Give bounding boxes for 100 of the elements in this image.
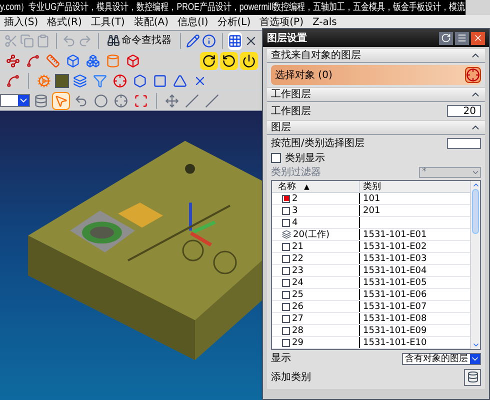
color-swatch[interactable] (55, 74, 69, 88)
layer-name: 24 (292, 278, 304, 288)
menu-item[interactable]: 信息(I) (178, 16, 208, 30)
section-title: 工作图层 (271, 88, 311, 100)
command-finder-button[interactable]: 命令查找器 (104, 32, 174, 50)
table-cell: 1531-101-E03 (363, 254, 427, 264)
move-icon[interactable] (163, 92, 181, 110)
cube-icon[interactable] (124, 52, 142, 70)
checkbox[interactable] (282, 194, 290, 202)
stack-icon[interactable] (32, 92, 50, 110)
table-cell: 1531-101-E02 (363, 242, 427, 252)
display-dropdown[interactable]: 含有对象的图层 (402, 352, 481, 364)
layer-name: 21 (292, 242, 304, 252)
database-icon (466, 371, 478, 383)
menu-item[interactable]: 插入(S) (4, 16, 38, 30)
table-cell: 1531-101-E05 (363, 278, 427, 288)
table-cell: 201 (363, 206, 380, 216)
field-label: 工作图层 (271, 104, 311, 118)
reset-button[interactable] (439, 32, 453, 44)
layer-name: 22 (292, 254, 304, 264)
checkbox[interactable] (282, 266, 290, 274)
field-label: 显示 (271, 352, 291, 366)
dialog-title: 图层设置 (267, 32, 307, 46)
range-field[interactable] (447, 138, 481, 149)
rotate-icon[interactable] (200, 52, 218, 70)
layer-name: 27 (292, 314, 304, 324)
checkbox[interactable] (282, 218, 290, 226)
menu-item[interactable]: 装配(A) (134, 16, 168, 30)
menu-item[interactable]: 工具(T) (90, 16, 125, 30)
checkbox-label: 类别显示 (285, 152, 325, 166)
grid-icon[interactable] (228, 32, 242, 50)
section-header[interactable]: 工作图层 (267, 88, 485, 102)
checkbox[interactable] (282, 278, 290, 286)
section-title: 图层 (271, 122, 291, 134)
layer-stack-icon (282, 230, 291, 239)
table-cell: 1531-101-E09 (363, 326, 427, 336)
layer-name: 28 (292, 326, 304, 336)
pointer-icon[interactable] (52, 92, 70, 110)
layer-name: 29 (292, 338, 304, 348)
table-cell: 101 (363, 194, 380, 204)
circle-icon[interactable] (92, 92, 110, 110)
scrollbar-thumb[interactable] (472, 189, 479, 234)
checkbox[interactable] (282, 206, 290, 214)
select-object-bar[interactable]: 选择对象 (0) (271, 65, 481, 85)
table-cell: 1531-101-E01 (363, 230, 427, 240)
menu-item[interactable]: 首选项(P) (260, 16, 304, 30)
dropdown-arrow-icon (470, 354, 480, 364)
section-header[interactable]: 图层 (267, 121, 485, 135)
layer-name: 25 (292, 290, 304, 300)
table-cell: 1531-101-E07 (363, 302, 427, 312)
checkbox[interactable] (282, 290, 290, 298)
cube-icon[interactable] (64, 52, 82, 70)
section-header[interactable]: 查找来自对象的图层 (267, 49, 485, 63)
menu-item[interactable]: 分析(L) (217, 16, 251, 30)
add-category-button[interactable] (464, 368, 481, 386)
line-icon[interactable] (183, 92, 201, 110)
info-icon[interactable] (202, 32, 216, 50)
table-cell: 1531-101-E08 (363, 314, 427, 324)
field-label: 按范围/类别选择图层 (271, 136, 364, 151)
field-label: 类别过滤器 (271, 166, 321, 180)
layer-name: 23 (292, 266, 304, 276)
layer-name: 3 (292, 206, 298, 216)
crosshair-icon[interactable] (111, 72, 129, 90)
checkbox[interactable] (282, 302, 290, 310)
work-layer-field[interactable]: 20 (447, 105, 481, 117)
menu-icon (457, 33, 467, 43)
section-title: 查找来自对象的图层 (271, 50, 361, 62)
checkbox[interactable] (271, 153, 281, 163)
table-cell: 1531-101-E06 (363, 290, 427, 300)
checkbox[interactable] (282, 254, 290, 262)
rotate-icon[interactable] (220, 52, 238, 70)
scroll-up-icon (472, 181, 480, 189)
ruler-icon[interactable] (44, 52, 62, 70)
filter-dropdown[interactable] (0, 94, 30, 107)
menu-item[interactable]: 格式(R) (47, 16, 82, 30)
scrollbar[interactable] (470, 181, 480, 349)
checkbox[interactable] (282, 314, 290, 322)
menu-item[interactable]: Z-als (312, 16, 337, 30)
close-button[interactable] (471, 32, 485, 44)
checkbox[interactable] (282, 338, 290, 346)
layer-name: 2 (292, 194, 298, 204)
hexagon-icon[interactable] (131, 72, 149, 90)
reset-icon (441, 33, 451, 43)
binoculars-icon (106, 34, 120, 47)
table-cell: 1531-101-E04 (363, 266, 427, 276)
checkbox[interactable] (282, 326, 290, 334)
checkbox[interactable] (282, 242, 290, 250)
menu-button[interactable] (455, 32, 469, 44)
field-label: 添加类别 (271, 370, 311, 384)
line-icon[interactable] (203, 92, 221, 110)
layers-icon[interactable] (71, 72, 89, 90)
layer-name: 4 (292, 218, 298, 228)
crosshair-icon[interactable] (112, 92, 130, 110)
column-header[interactable]: 类别 (360, 181, 470, 192)
close-icon (473, 33, 483, 43)
power-icon[interactable] (240, 52, 258, 70)
pencil-icon[interactable] (186, 32, 200, 50)
layer-name: 20(工作) (293, 230, 330, 240)
table-cell: 1531-101-E10 (363, 338, 427, 348)
crosshair-icon (465, 67, 481, 83)
